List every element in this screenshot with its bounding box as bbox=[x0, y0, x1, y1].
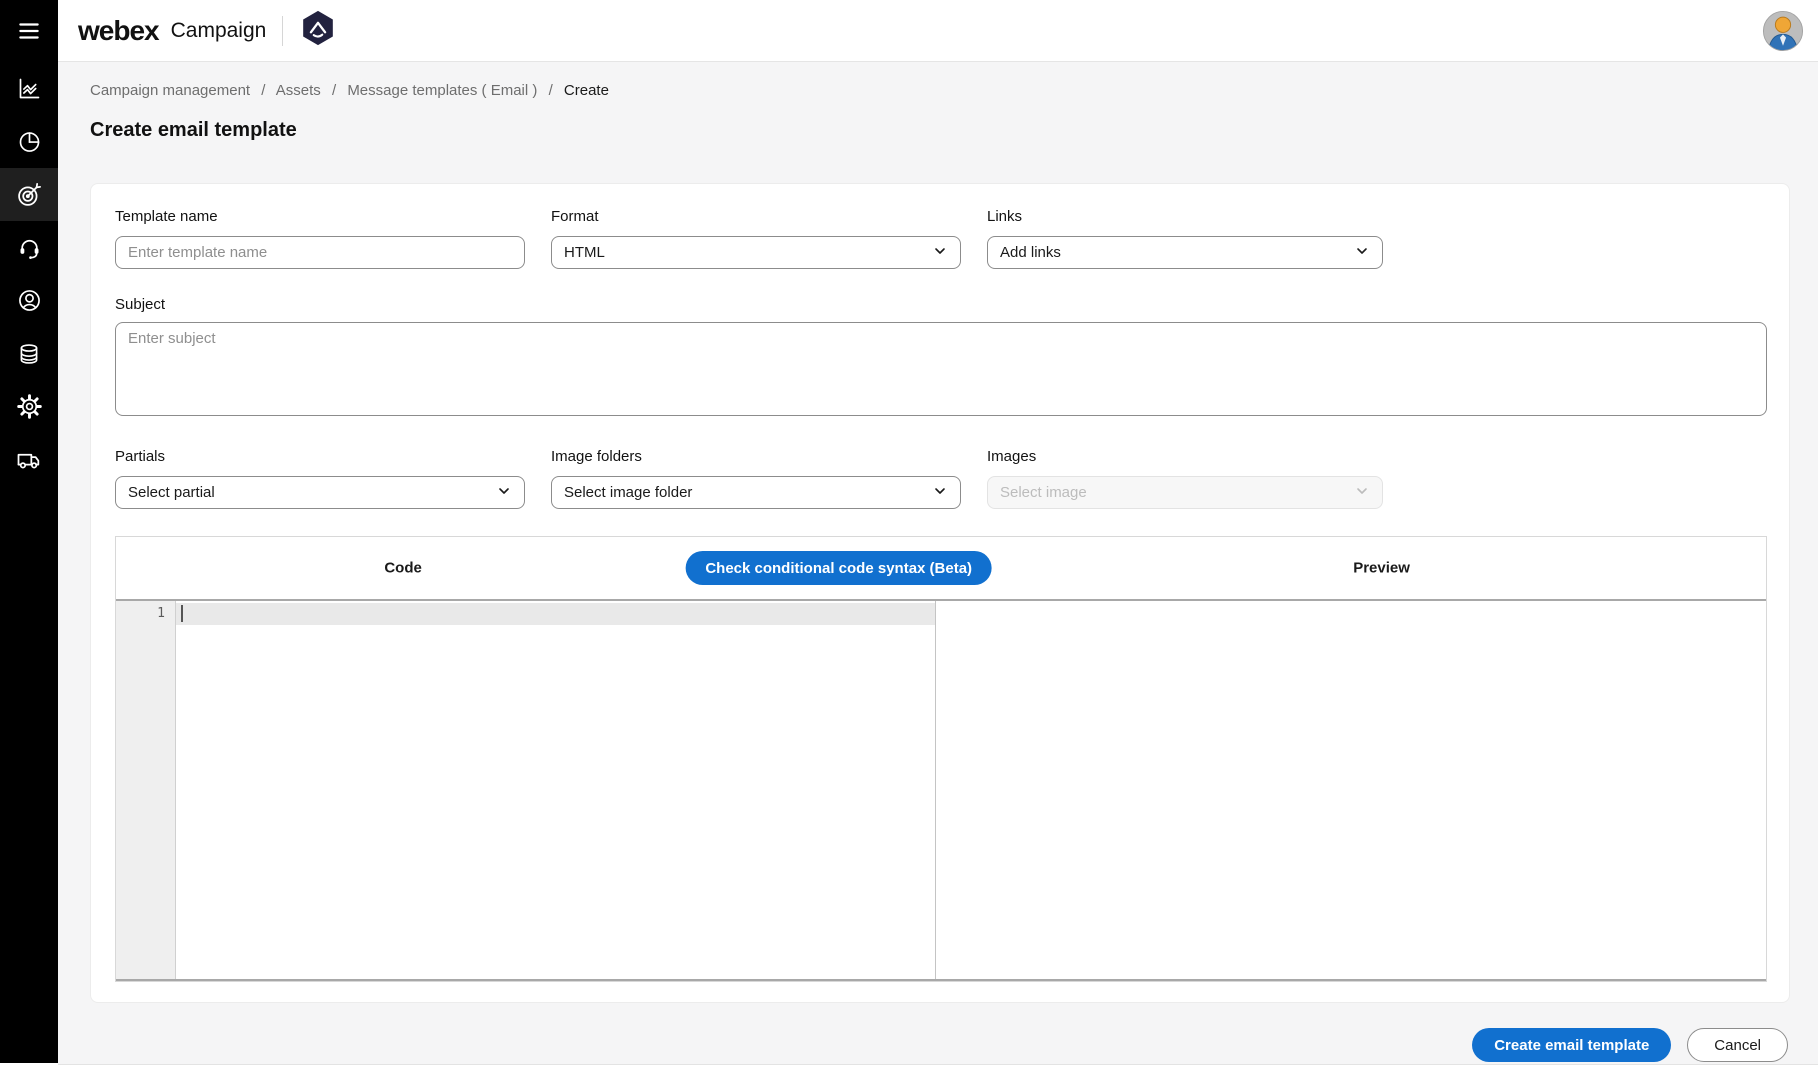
product-name: Campaign bbox=[170, 18, 267, 42]
links-select-value: Add links bbox=[1000, 244, 1061, 261]
chevron-down-icon bbox=[1354, 483, 1370, 503]
breadcrumb-message-templates[interactable]: Message templates ( Email ) bbox=[347, 82, 537, 99]
images-select: Select image bbox=[987, 476, 1383, 509]
chevron-down-icon bbox=[1354, 243, 1370, 263]
code-column-header: Code bbox=[384, 559, 422, 577]
breadcrumb-create: Create bbox=[563, 82, 609, 99]
target-icon bbox=[15, 181, 43, 209]
links-select[interactable]: Add links bbox=[987, 236, 1383, 269]
chevron-down-icon bbox=[932, 483, 948, 503]
check-syntax-button[interactable]: Check conditional code syntax (Beta) bbox=[685, 551, 993, 585]
code-input-area[interactable] bbox=[176, 601, 936, 979]
sidebar-item-settings[interactable] bbox=[0, 380, 58, 433]
format-select-value: HTML bbox=[564, 244, 605, 261]
hamburger-icon bbox=[16, 18, 42, 44]
line-number-gutter: 1 bbox=[116, 601, 176, 979]
breadcrumb: Campaign management / Assets / Message t… bbox=[90, 82, 609, 99]
image-folders-label: Image folders bbox=[551, 448, 642, 465]
image-folders-select-value: Select image folder bbox=[564, 484, 693, 501]
app-window: webex Campaign Campaign management / Ass… bbox=[0, 0, 1818, 1092]
sidebar-item-analytics[interactable] bbox=[0, 62, 58, 115]
sidebar-item-data[interactable] bbox=[0, 327, 58, 380]
sidebar-item-delivery[interactable] bbox=[0, 433, 58, 486]
preview-column-header: Preview bbox=[1353, 559, 1410, 577]
sidebar bbox=[0, 0, 58, 1063]
topbar-divider bbox=[282, 15, 284, 46]
code-preview-body: 1 bbox=[116, 599, 1766, 981]
menu-toggle-button[interactable] bbox=[0, 0, 58, 62]
code-editor: 1 bbox=[116, 601, 937, 979]
line-chart-icon bbox=[16, 75, 43, 102]
partials-select[interactable]: Select partial bbox=[115, 476, 525, 509]
format-label: Format bbox=[551, 208, 599, 225]
breadcrumb-separator: / bbox=[548, 82, 553, 99]
image-folders-select[interactable]: Select image folder bbox=[551, 476, 961, 509]
webex-logo: webex bbox=[78, 14, 160, 46]
chevron-down-icon bbox=[932, 243, 948, 263]
sidebar-item-reports[interactable] bbox=[0, 115, 58, 168]
template-name-label: Template name bbox=[115, 208, 218, 225]
page-title: Create email template bbox=[90, 119, 297, 141]
images-label: Images bbox=[987, 448, 1037, 465]
subject-label: Subject bbox=[115, 296, 166, 313]
breadcrumb-separator: / bbox=[331, 82, 337, 99]
app-badge-icon[interactable] bbox=[299, 9, 337, 52]
user-icon bbox=[16, 287, 43, 314]
form-card: Template name Format HTML Links Add link… bbox=[90, 183, 1790, 1003]
sidebar-item-support[interactable] bbox=[0, 221, 58, 274]
user-avatar[interactable] bbox=[1762, 10, 1804, 52]
template-name-input[interactable] bbox=[115, 236, 525, 269]
breadcrumb-assets[interactable]: Assets bbox=[276, 82, 321, 99]
line-number: 1 bbox=[157, 606, 165, 621]
truck-icon bbox=[15, 446, 43, 474]
sidebar-item-campaigns[interactable] bbox=[0, 168, 58, 221]
active-line-highlight bbox=[176, 603, 936, 625]
chevron-down-icon bbox=[496, 483, 512, 503]
breadcrumb-separator: / bbox=[261, 82, 266, 99]
partials-label: Partials bbox=[115, 448, 166, 465]
gear-icon bbox=[16, 393, 43, 420]
links-label: Links bbox=[987, 208, 1023, 225]
subject-textarea[interactable] bbox=[115, 322, 1767, 416]
images-select-value: Select image bbox=[1000, 484, 1087, 501]
code-preview-section: Code Check conditional code syntax (Beta… bbox=[115, 536, 1767, 982]
text-caret bbox=[181, 605, 183, 622]
main-content: Campaign management / Assets / Message t… bbox=[58, 62, 1818, 1065]
footer-actions: Create email template Cancel bbox=[1472, 1028, 1788, 1062]
database-icon bbox=[16, 341, 42, 367]
code-preview-header: Code Check conditional code syntax (Beta… bbox=[116, 537, 1766, 599]
headset-icon bbox=[16, 234, 43, 261]
partials-select-value: Select partial bbox=[128, 484, 215, 501]
cancel-button[interactable]: Cancel bbox=[1687, 1028, 1788, 1062]
pie-chart-icon bbox=[16, 128, 43, 155]
sidebar-item-contacts[interactable] bbox=[0, 274, 58, 327]
create-email-template-button[interactable]: Create email template bbox=[1472, 1028, 1672, 1062]
format-select[interactable]: HTML bbox=[551, 236, 961, 269]
breadcrumb-campaign-management[interactable]: Campaign management bbox=[90, 82, 250, 99]
preview-pane bbox=[936, 601, 1766, 979]
top-bar: webex Campaign bbox=[58, 0, 1818, 62]
